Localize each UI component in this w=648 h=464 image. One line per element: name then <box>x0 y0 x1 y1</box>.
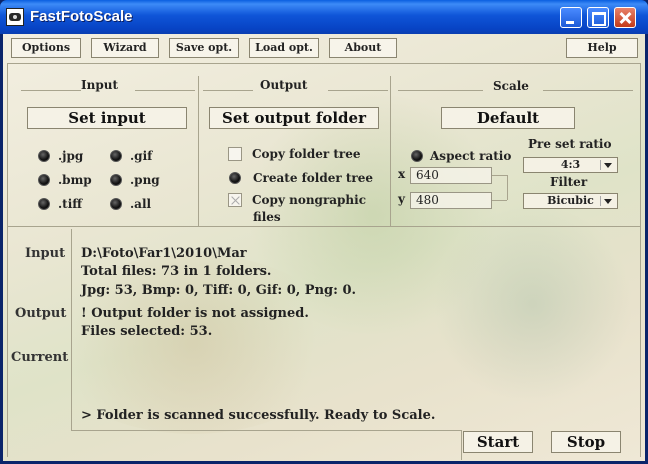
group-rule <box>203 90 253 91</box>
window-title: FastFotoScale <box>30 8 133 25</box>
input-path-text: D:\Foto\Far1\2010\Mar <box>81 246 247 261</box>
chevron-down-icon[interactable] <box>600 196 615 206</box>
save-options-button[interactable]: Save opt. <box>169 38 239 58</box>
stop-button[interactable]: Stop <box>551 431 621 453</box>
file-counts-text: Jpg: 53, Bmp: 0, Tiff: 0, Gif: 0, Png: 0… <box>81 283 357 298</box>
panel-border-top <box>7 63 641 64</box>
options-button[interactable]: Options <box>11 38 81 58</box>
checkbox-icon[interactable] <box>228 193 242 207</box>
format-gif-radio[interactable]: .gif <box>110 149 152 163</box>
files-selected-text: Files selected: 53. <box>81 324 213 339</box>
radio-icon[interactable] <box>38 150 50 162</box>
y-label: y <box>398 192 405 206</box>
format-all-radio[interactable]: .all <box>110 197 151 211</box>
preset-ratio-select[interactable]: 4:3 <box>523 157 618 173</box>
format-png-label: .png <box>130 173 160 187</box>
set-input-button[interactable]: Set input <box>27 107 187 129</box>
status-area-border <box>71 430 461 431</box>
stop-label: Stop <box>566 433 606 451</box>
preset-ratio-value: 4:3 <box>560 158 581 171</box>
input-group-label: Input <box>81 78 118 92</box>
group-rule <box>21 90 81 91</box>
radio-icon[interactable] <box>110 174 122 186</box>
app-window: FastFotoScale Options Wizard Save opt. L… <box>0 0 648 464</box>
radio-icon[interactable] <box>229 172 241 184</box>
filter-label: Filter <box>550 175 588 189</box>
maximize-button[interactable] <box>587 7 609 28</box>
group-rule <box>543 90 633 91</box>
format-bmp-radio[interactable]: .bmp <box>38 173 92 187</box>
link-bracket <box>492 200 507 201</box>
scale-group-label: Scale <box>493 79 529 93</box>
checkbox-icon[interactable] <box>228 147 242 161</box>
copy-nongraphic-label-2: files <box>253 210 281 224</box>
title-bar[interactable]: FastFotoScale <box>0 0 648 34</box>
set-output-label: Set output folder <box>221 109 366 127</box>
panel-border-right <box>640 63 641 457</box>
format-bmp-label: .bmp <box>58 173 92 187</box>
format-gif-label: .gif <box>130 149 153 163</box>
default-button[interactable]: Default <box>441 107 575 129</box>
set-input-label: Set input <box>68 109 146 127</box>
camera-icon <box>6 8 24 26</box>
start-label: Start <box>476 433 520 451</box>
chevron-down-icon[interactable] <box>600 160 615 170</box>
group-rule <box>398 90 483 91</box>
radio-icon[interactable] <box>110 150 122 162</box>
format-png-radio[interactable]: .png <box>110 173 160 187</box>
minimize-button[interactable] <box>560 7 582 28</box>
help-button[interactable]: Help <box>566 38 638 58</box>
format-jpg-label: .jpg <box>58 149 84 163</box>
aspect-ratio-radio[interactable]: Aspect ratio <box>411 149 511 163</box>
group-rule <box>328 90 388 91</box>
status-area-border <box>461 430 462 460</box>
format-tiff-label: .tiff <box>58 197 83 211</box>
set-output-folder-button[interactable]: Set output folder <box>209 107 379 129</box>
client-area: Options Wizard Save opt. Load opt. About… <box>3 34 645 461</box>
radio-icon[interactable] <box>38 174 50 186</box>
about-button[interactable]: About <box>329 38 397 58</box>
group-rule <box>135 90 195 91</box>
copy-folder-tree-checkbox[interactable]: Copy folder tree <box>228 147 360 161</box>
default-label: Default <box>476 109 540 127</box>
current-status-label: Current <box>11 350 69 365</box>
format-jpg-radio[interactable]: .jpg <box>38 149 83 163</box>
create-folder-tree-label: Create folder tree <box>253 171 374 185</box>
wizard-button[interactable]: Wizard <box>91 38 159 58</box>
group-separator <box>198 76 199 226</box>
link-bracket <box>492 175 507 176</box>
preset-ratio-label: Pre set ratio <box>528 137 612 151</box>
create-folder-tree-radio[interactable]: Create folder tree <box>229 171 373 185</box>
output-status-label: Output <box>15 306 67 321</box>
total-files-text: Total files: 73 in 1 folders. <box>81 264 272 279</box>
format-tiff-radio[interactable]: .tiff <box>38 197 82 211</box>
background-painting-wash <box>43 254 343 434</box>
background-painting-wash <box>433 204 633 404</box>
filter-value: Bicubic <box>547 194 594 207</box>
output-warning-text: ! Output folder is not assigned. <box>81 306 309 321</box>
input-status-label: Input <box>25 246 66 261</box>
format-all-label: .all <box>130 197 152 211</box>
radio-icon[interactable] <box>38 198 50 210</box>
radio-icon[interactable] <box>110 198 122 210</box>
copy-nongraphic-label: Copy nongraphic <box>252 193 367 207</box>
copy-folder-tree-label: Copy folder tree <box>252 147 361 161</box>
output-group-label: Output <box>260 78 308 92</box>
load-options-button[interactable]: Load opt. <box>249 38 319 58</box>
height-input[interactable]: 480 <box>410 192 492 209</box>
link-bracket <box>507 175 508 200</box>
copy-nongraphic-checkbox[interactable]: Copy nongraphic <box>228 193 366 207</box>
x-label: x <box>398 167 406 181</box>
status-message-text: > Folder is scanned successfully. Ready … <box>81 408 436 423</box>
filter-select[interactable]: Bicubic <box>523 193 618 209</box>
panel-divider <box>7 226 641 227</box>
panel-border-left <box>7 63 8 457</box>
status-area-border <box>71 229 72 431</box>
radio-icon[interactable] <box>411 150 423 162</box>
group-separator <box>390 76 391 226</box>
start-button[interactable]: Start <box>463 431 533 453</box>
aspect-ratio-label: Aspect ratio <box>430 149 512 163</box>
close-button[interactable] <box>614 7 636 28</box>
width-input[interactable]: 640 <box>410 167 492 184</box>
